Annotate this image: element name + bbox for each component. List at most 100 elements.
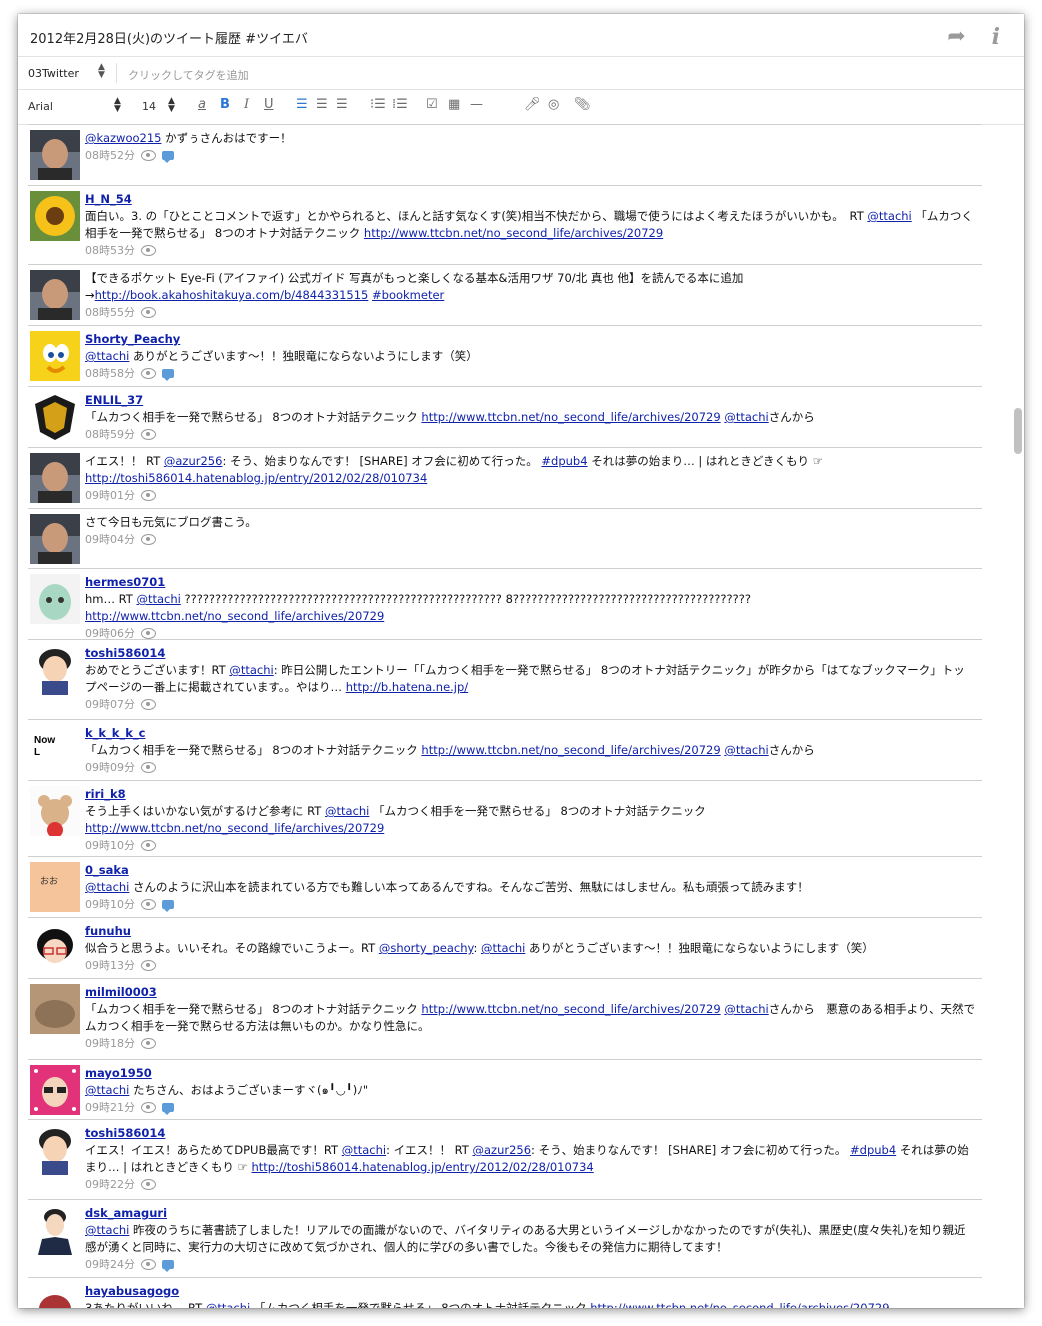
view-icon[interactable] — [141, 307, 156, 318]
font-size-select[interactable]: 14 — [142, 100, 156, 113]
view-icon[interactable] — [141, 1038, 156, 1049]
tweet-link[interactable]: @ttachi — [724, 743, 768, 757]
tweet-username-link[interactable]: toshi586014 — [85, 1126, 165, 1140]
tweet-username-link[interactable]: hayabusagogo — [85, 1284, 179, 1298]
tweet-link[interactable]: @ttachi — [85, 1083, 129, 1097]
tweet-username-link[interactable]: ENLIL_37 — [85, 393, 143, 407]
reply-icon[interactable] — [162, 900, 174, 912]
tweet-time[interactable]: 08時59分 — [85, 426, 135, 443]
tweet-username-link[interactable]: riri_k8 — [85, 787, 126, 801]
camera-icon[interactable]: ◎ — [548, 97, 559, 112]
tweet-time[interactable]: 09時22分 — [85, 1176, 135, 1193]
tweet-link[interactable]: @shorty_peachy — [379, 941, 474, 955]
italic-icon[interactable]: I — [244, 97, 249, 112]
scrollbar[interactable] — [1013, 124, 1022, 1308]
tweet-link[interactable]: http://toshi586014.hatenablog.jp/entry/2… — [85, 471, 427, 485]
tweet-time[interactable]: 09時10分 — [85, 896, 135, 913]
view-icon[interactable] — [141, 762, 156, 773]
tweet-link[interactable]: http://www.ttcbn.net/no_second_life/arch… — [421, 743, 720, 757]
scroll-thumb[interactable] — [1014, 408, 1022, 454]
tweet-time[interactable]: 08時58分 — [85, 365, 135, 382]
tweet-link[interactable]: http://www.ttcbn.net/no_second_life/arch… — [364, 226, 663, 240]
bold-icon[interactable]: B — [220, 97, 230, 112]
tweet-username-link[interactable]: dsk_amaguri — [85, 1206, 167, 1220]
table-icon[interactable]: ▦ — [448, 97, 460, 112]
note-content[interactable]: @kazwoo215 かずぅさんおはですー！ 08時52分 H_N_54 面白い。3.… — [18, 124, 1024, 1308]
tweet-link[interactable]: http://www.ttcbn.net/no_second_life/arch… — [85, 609, 384, 623]
tweet-username-link[interactable]: toshi586014 — [85, 646, 165, 660]
notebook-select-arrows-icon[interactable]: ▲ ▼ — [98, 63, 105, 80]
view-icon[interactable] — [141, 628, 156, 639]
tweet-link[interactable]: http://www.ttcbn.net/no_second_life/arch… — [590, 1301, 889, 1308]
underline-icon[interactable]: U — [264, 97, 274, 112]
tweet-time[interactable]: 08時55分 — [85, 304, 135, 321]
view-icon[interactable] — [141, 429, 156, 440]
tweet-link[interactable]: #bookmeter — [372, 288, 444, 302]
tweet-link[interactable]: @kazwoo215 — [85, 131, 161, 145]
tweet-link[interactable]: @ttachi — [325, 804, 369, 818]
view-icon[interactable] — [141, 960, 156, 971]
view-icon[interactable] — [141, 245, 156, 256]
view-icon[interactable] — [141, 368, 156, 379]
tweet-link[interactable]: @ttachi — [85, 880, 129, 894]
tweet-time[interactable]: 09時24分 — [85, 1256, 135, 1273]
tweet-link[interactable]: @ttachi — [85, 349, 129, 363]
view-icon[interactable] — [141, 1179, 156, 1190]
tweet-username-link[interactable]: H_N_54 — [85, 192, 132, 206]
tweet-time[interactable]: 09時01分 — [85, 487, 135, 504]
view-icon[interactable] — [141, 534, 156, 545]
numbered-list-icon[interactable]: ⁞☰ — [392, 97, 408, 112]
tweet-username-link[interactable]: k_k_k_k_c — [85, 726, 145, 740]
text-color-icon[interactable]: a — [198, 97, 206, 112]
tweet-link[interactable]: http://b.hatena.ne.jp/ — [346, 680, 469, 694]
tweet-link[interactable]: @ttachi — [136, 592, 180, 606]
tweet-link[interactable]: @ttachi — [206, 1301, 250, 1308]
reply-icon[interactable] — [162, 1103, 174, 1115]
tweet-time[interactable]: 09時09分 — [85, 759, 135, 776]
view-icon[interactable] — [141, 1102, 156, 1113]
share-icon[interactable]: ➦ — [947, 24, 965, 50]
view-icon[interactable] — [141, 699, 156, 710]
reply-icon[interactable] — [162, 151, 174, 163]
tweet-time[interactable]: 09時04分 — [85, 531, 135, 548]
note-title[interactable]: 2012年2月28日(火)のツイート履歴 #ツイエバ — [30, 28, 308, 47]
tweet-link[interactable]: #dpub4 — [850, 1143, 896, 1157]
tweet-link[interactable]: http://book.akahoshitakuya.com/b/4844331… — [95, 288, 369, 302]
tweet-link[interactable]: @ttachi — [724, 410, 768, 424]
view-icon[interactable] — [141, 899, 156, 910]
tweet-link[interactable]: http://www.ttcbn.net/no_second_life/arch… — [421, 410, 720, 424]
view-icon[interactable] — [141, 150, 156, 161]
tweet-link[interactable]: http://www.ttcbn.net/no_second_life/arch… — [85, 821, 384, 835]
tweet-link[interactable]: @azur256 — [472, 1143, 531, 1157]
reply-icon[interactable] — [162, 1260, 174, 1272]
size-select-arrows-icon[interactable]: ▲ ▼ — [168, 97, 175, 114]
view-icon[interactable] — [141, 1259, 156, 1270]
tweet-link[interactable]: http://toshi586014.hatenablog.jp/entry/2… — [251, 1160, 593, 1174]
tweet-link[interactable]: @ttachi — [342, 1143, 386, 1157]
align-center-icon[interactable]: ☰ — [316, 97, 328, 112]
tweet-username-link[interactable]: 0_saka — [85, 863, 129, 877]
align-right-icon[interactable]: ☰ — [336, 97, 348, 112]
align-left-icon[interactable]: ☰ — [296, 97, 308, 112]
tweet-link[interactable]: @ttachi — [867, 209, 911, 223]
attachment-icon[interactable]: 📎︎ — [574, 97, 591, 112]
reply-icon[interactable] — [162, 369, 174, 381]
info-icon[interactable]: i — [992, 24, 1000, 50]
tweet-link[interactable]: @ttachi — [229, 663, 273, 677]
tweet-time[interactable]: 09時13分 — [85, 957, 135, 974]
tweet-time[interactable]: 09時10分 — [85, 837, 135, 854]
tweet-username-link[interactable]: hermes0701 — [85, 575, 165, 589]
view-icon[interactable] — [141, 840, 156, 851]
tweet-link[interactable]: @ttachi — [481, 941, 525, 955]
tweet-link[interactable]: #dpub4 — [541, 454, 587, 468]
tweet-time[interactable]: 09時18分 — [85, 1035, 135, 1052]
font-select-arrows-icon[interactable]: ▲ ▼ — [114, 97, 121, 114]
tweet-link[interactable]: @ttachi — [724, 1002, 768, 1016]
tweet-username-link[interactable]: mayo1950 — [85, 1066, 152, 1080]
tweet-time[interactable]: 09時21分 — [85, 1099, 135, 1116]
microphone-icon[interactable]: 🎤︎ — [524, 97, 541, 112]
tweet-time[interactable]: 09時07分 — [85, 696, 135, 713]
tweet-time[interactable]: 08時52分 — [85, 147, 135, 164]
checkbox-icon[interactable]: ☑ — [426, 97, 438, 112]
notebook-select[interactable]: 03Twitter — [28, 67, 106, 80]
